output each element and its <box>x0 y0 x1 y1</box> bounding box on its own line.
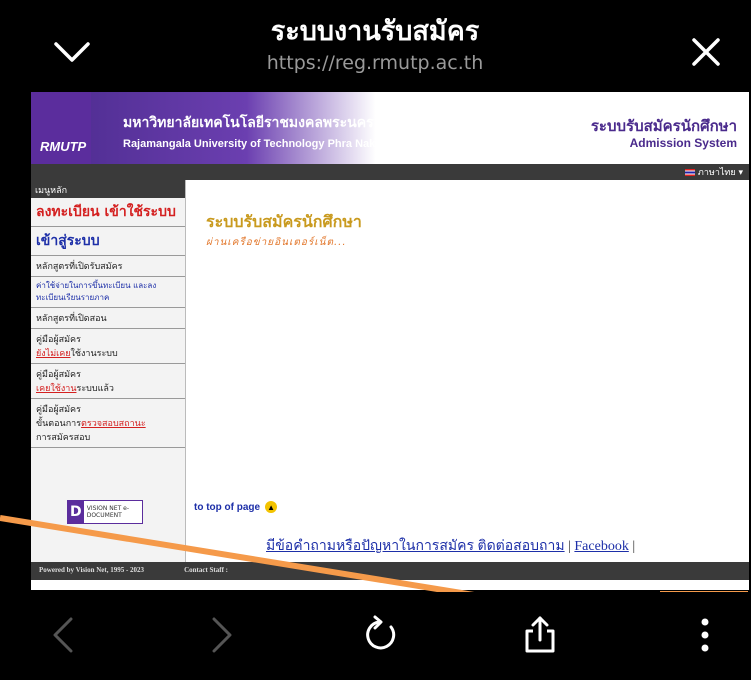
screen: ระบบงานรับสมัคร https://reg.rmutp.ac.th … <box>0 0 751 680</box>
annotation-arrow <box>0 515 688 647</box>
share-icon <box>525 616 555 653</box>
reload-button[interactable] <box>346 602 416 668</box>
browser-toolbar <box>0 592 751 680</box>
back-button[interactable] <box>28 602 98 668</box>
more-button[interactable] <box>670 602 740 668</box>
reload-icon <box>366 615 396 650</box>
forward-icon <box>212 617 232 653</box>
back-icon <box>53 617 73 653</box>
forward-button[interactable] <box>187 602 257 668</box>
more-icon <box>701 618 709 652</box>
share-button[interactable] <box>505 602 575 668</box>
